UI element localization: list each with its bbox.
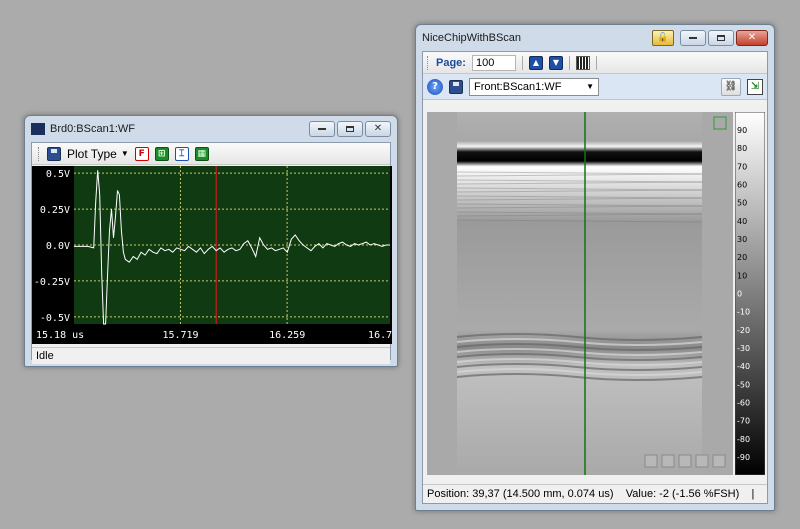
- minimize-button[interactable]: [309, 121, 335, 137]
- zoom-out-icon[interactable]: [661, 454, 675, 468]
- view-select[interactable]: Front:BScan1:WF ▼: [469, 77, 599, 96]
- y-tick-label: 0.5V: [46, 169, 70, 180]
- colorbar-tick-label: -90: [737, 453, 750, 462]
- waveform-content: Plot Type ▼ F ⊞ ⌶ ▦ 0.5V 0.25V 0.0V -0.25V -…: [31, 142, 392, 364]
- status-value: Value: -2 (-1.56 %FSH): [625, 488, 740, 500]
- maximize-icon: [717, 35, 725, 41]
- bscan-window-title: NiceChipWithBScan: [422, 32, 522, 44]
- close-button[interactable]: ✕: [736, 30, 768, 46]
- bscan-body: [457, 112, 702, 475]
- y-tick-label: 0.25V: [40, 205, 70, 216]
- chevron-down-icon: ▼: [586, 82, 594, 91]
- link-button[interactable]: ⛓: [721, 77, 741, 96]
- colorbar-tick-label: -80: [737, 435, 750, 444]
- toolbar-grip[interactable]: [427, 55, 430, 70]
- zoom-in-icon[interactable]: [644, 454, 658, 468]
- colorbar-tick-label: 60: [737, 181, 747, 190]
- minimize-button[interactable]: [680, 30, 706, 46]
- pan-icon[interactable]: [678, 454, 692, 468]
- waveform-plot[interactable]: 0.5V 0.25V 0.0V -0.25V -0.5V 15.18 us 15.719 16…: [32, 166, 392, 344]
- toolbar-separator: [521, 55, 523, 70]
- colorbar-tick-label: 20: [737, 253, 747, 262]
- zoom-fit-icon[interactable]: ⊞: [154, 146, 169, 161]
- maximize-button[interactable]: [708, 30, 734, 46]
- status-separator: |: [751, 488, 755, 500]
- status-position: Position: 39,37 (14.500 mm, 0.074 us): [427, 488, 614, 500]
- colorbar-tick-label: -10: [737, 308, 750, 317]
- bscan-content: Page: 100 ? Front:BScan1:WF ▼ ⛓ ⇲ 908070…: [422, 51, 768, 504]
- colorbar-tick-label: -40: [737, 362, 750, 371]
- close-button[interactable]: ✕: [365, 121, 391, 137]
- colorbar-tick-label: 30: [737, 235, 747, 244]
- page-up-icon[interactable]: [528, 55, 543, 70]
- waveform-window-title: Brd0:BScan1:WF: [50, 123, 135, 135]
- bscan-window: NiceChipWithBScan 🔓 ✕ Page: 100 ? Front:…: [415, 24, 775, 511]
- save-icon[interactable]: [47, 146, 61, 161]
- view-select-value: Front:BScan1:WF: [474, 80, 562, 93]
- x-tick-label: 15.719: [162, 330, 198, 341]
- lock-icon[interactable]: 🔓: [652, 30, 674, 46]
- reset-icon[interactable]: [695, 454, 709, 468]
- link-icon: ⛓: [724, 81, 738, 92]
- f-icon[interactable]: F: [134, 146, 149, 161]
- y-tick-label: -0.25V: [34, 277, 70, 288]
- grid-icon[interactable]: ▦: [194, 146, 209, 161]
- fit-icon[interactable]: [712, 454, 726, 468]
- waveform-toolbar: Plot Type ▼ F ⊞ ⌶ ▦: [32, 143, 390, 165]
- plot-type-label: Plot Type: [67, 146, 117, 161]
- barcode-icon[interactable]: [575, 55, 590, 70]
- colorbar-tick-label: 90: [737, 126, 747, 135]
- bscan-title-bar[interactable]: NiceChipWithBScan 🔓 ✕: [416, 25, 774, 51]
- page-down-icon[interactable]: [548, 55, 563, 70]
- save-icon[interactable]: [449, 79, 463, 94]
- plot-type-dropdown[interactable]: Plot Type ▼: [67, 147, 129, 161]
- colorbar-tick-label: -50: [737, 380, 750, 389]
- y-tick-label: -0.5V: [40, 313, 70, 324]
- maximize-icon: [346, 126, 354, 132]
- close-icon: ✕: [373, 123, 383, 134]
- colorbar-tick-label: 40: [737, 217, 747, 226]
- close-icon: ✕: [747, 32, 757, 43]
- colorbar-tick-label: 10: [737, 271, 747, 280]
- x-tick-label: 16.7: [368, 330, 392, 341]
- colorbar-tick-label: 0: [737, 290, 742, 299]
- view-toolbar: ? Front:BScan1:WF ▼ ⛓ ⇲: [423, 74, 767, 100]
- bscan-image[interactable]: [427, 112, 733, 475]
- chevron-down-icon: ▼: [120, 149, 129, 158]
- waveform-status-text: Idle: [36, 350, 54, 362]
- export-icon[interactable]: ⇲: [747, 78, 763, 95]
- colorbar: 90 80 70 60 50 40 30 20 10 0 -10 -20 -30 -40 -50 -60 -70…: [735, 112, 765, 475]
- toolbar-separator: [595, 55, 597, 70]
- colorbar-tick-label: -20: [737, 326, 750, 335]
- app-icon: [31, 123, 45, 135]
- toolbar-grip[interactable]: [38, 146, 41, 161]
- maximize-button[interactable]: [337, 121, 363, 137]
- x-tick-label: 15.18 us: [36, 330, 84, 341]
- x-tick-label: 16.259: [269, 330, 305, 341]
- page-label: Page:: [436, 56, 466, 69]
- minimize-icon: [318, 128, 326, 130]
- colorbar-tick-label: 50: [737, 199, 747, 208]
- toolbar-separator: [568, 55, 570, 70]
- colorbar-tick-label: -30: [737, 344, 750, 353]
- page-toolbar: Page: 100: [423, 52, 767, 74]
- bscan-status-bar: Position: 39,37 (14.500 mm, 0.074 us) Va…: [423, 484, 767, 503]
- minimize-icon: [689, 37, 697, 39]
- waveform-window: Brd0:BScan1:WF ✕ Plot Type ▼ F ⊞ ⌶ ▦ 0.5…: [24, 115, 398, 367]
- help-icon[interactable]: ?: [427, 78, 443, 95]
- waveform-title-bar[interactable]: Brd0:BScan1:WF ✕: [25, 116, 397, 142]
- colorbar-tick-label: -60: [737, 399, 750, 408]
- colorbar-tick-label: -70: [737, 417, 750, 426]
- waveform-status-bar: Idle: [32, 347, 390, 364]
- colorbar-tick-label: 80: [737, 144, 747, 153]
- y-tick-label: 0.0V: [46, 241, 70, 252]
- colorbar-tick-label: 70: [737, 162, 747, 171]
- cursor-icon[interactable]: ⌶: [174, 146, 189, 161]
- page-input[interactable]: 100: [471, 54, 516, 71]
